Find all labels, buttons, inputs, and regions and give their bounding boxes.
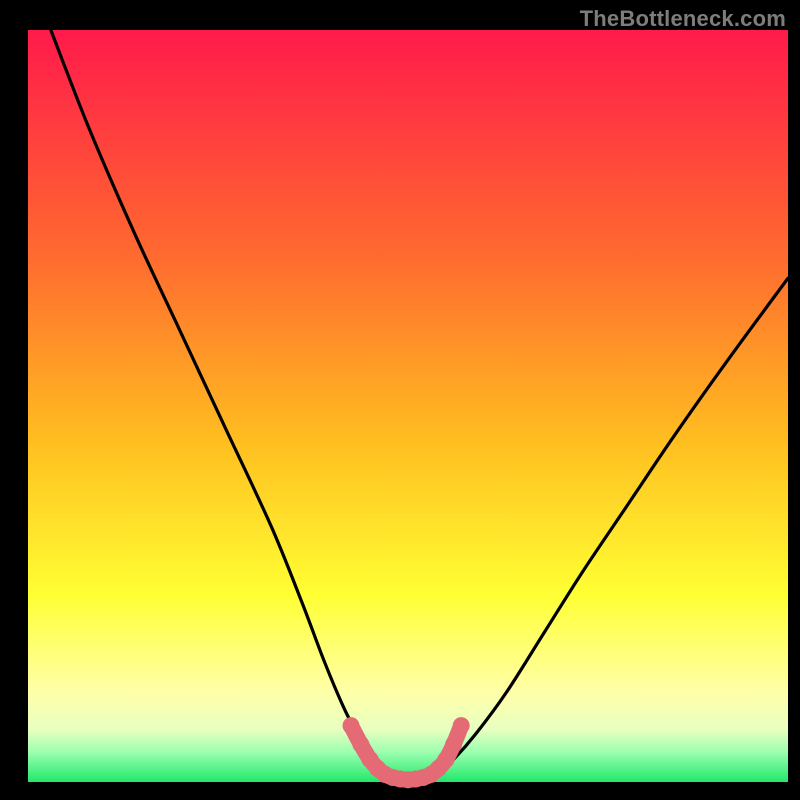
bottleneck-chart bbox=[0, 0, 800, 800]
watermark-text: TheBottleneck.com bbox=[580, 6, 786, 32]
marker-dot bbox=[438, 751, 455, 768]
marker-dot bbox=[343, 717, 360, 734]
marker-dot bbox=[453, 717, 470, 734]
plot-area bbox=[28, 30, 788, 782]
chart-stage: TheBottleneck.com bbox=[0, 0, 800, 800]
marker-dot bbox=[352, 736, 369, 753]
marker-dot bbox=[445, 736, 462, 753]
